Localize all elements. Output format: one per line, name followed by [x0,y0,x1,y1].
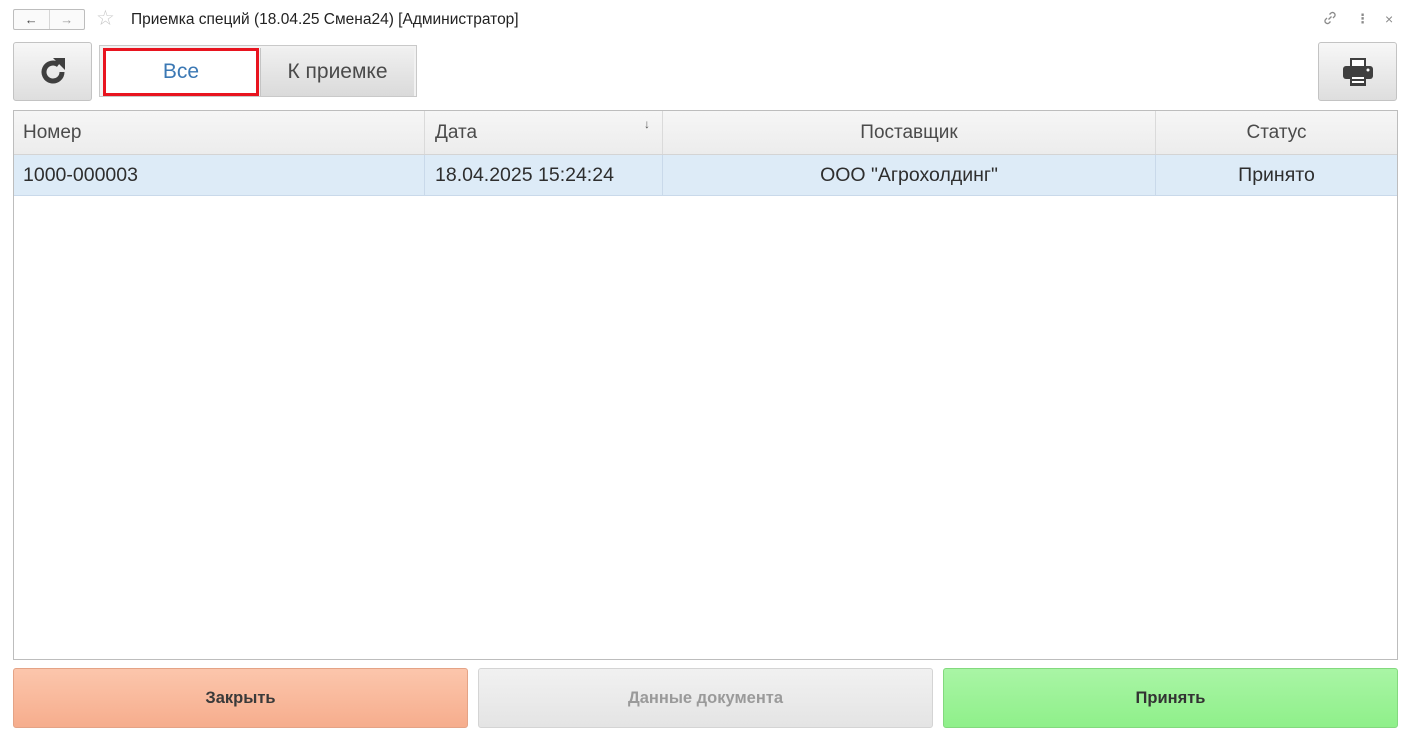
filter-switcher: Все К приемке [99,45,417,97]
cell-supplier: ООО "Агрохолдинг" [662,155,1155,195]
document-data-button[interactable]: Данные документа [478,668,933,728]
printer-icon [1342,57,1373,86]
close-button[interactable]: Закрыть [13,668,468,728]
tab-all[interactable]: Все [103,48,259,96]
cell-status: Принято [1155,155,1397,195]
cell-number: 1000-000003 [23,163,138,186]
link-icon[interactable] [1322,10,1338,31]
table-header: Номер Дата ↓ Поставщик Статус [14,111,1397,155]
column-header-supplier[interactable]: Поставщик [662,111,1155,154]
window-title: Приемка специй (18.04.25 Смена24) [Админ… [131,11,519,28]
column-header-number[interactable]: Номер [14,111,424,154]
navigation-buttons: ← → [13,9,85,30]
more-options-icon[interactable]: ⋮ [1356,10,1369,28]
column-header-date[interactable]: Дата ↓ [424,111,662,154]
print-button[interactable] [1318,42,1397,101]
forward-button[interactable]: → [48,10,85,29]
sort-descending-icon: ↓ [644,117,650,131]
title-bar: ← → ☆ Приемка специй (18.04.25 Смена24) … [0,0,1415,40]
favorite-star-icon[interactable]: ☆ [96,8,115,30]
close-window-icon[interactable]: × [1385,10,1393,28]
link-icon-graphic [1324,11,1336,25]
back-button[interactable]: ← [14,10,49,29]
cell-date: 18.04.2025 15:24:24 [424,155,662,195]
accept-button[interactable]: Принять [943,668,1398,728]
refresh-button[interactable] [13,42,92,101]
column-header-status[interactable]: Статус [1155,111,1397,154]
refresh-icon [41,57,65,84]
column-header-date-label: Дата [435,121,478,143]
documents-table: Номер Дата ↓ Поставщик Статус 1000-00000… [13,110,1398,660]
tab-pending-acceptance[interactable]: К приемке [260,48,414,96]
table-row[interactable]: 1000-000003 18.04.2025 15:24:24 ООО "Агр… [14,155,1397,196]
